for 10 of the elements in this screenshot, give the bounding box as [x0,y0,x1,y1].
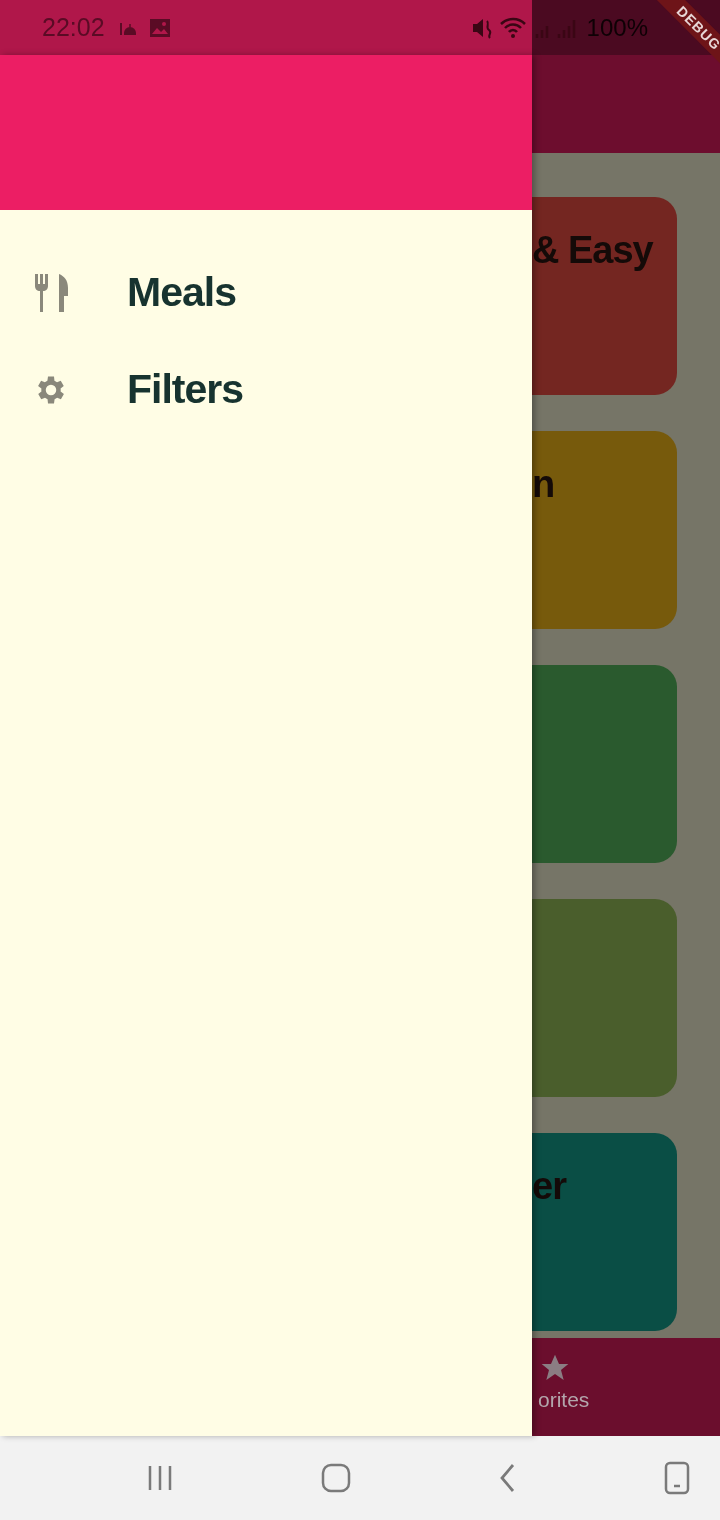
tab-label[interactable]: orites [538,1388,590,1412]
fork-knife-icon [33,273,69,312]
category-title: & Easy [532,229,653,272]
category-title: er [532,1165,566,1208]
clock: 22:02 [42,13,105,42]
image-icon [148,17,171,38]
battery-percent: 100% [586,13,648,42]
category-title: n [532,463,555,506]
home-icon[interactable] [320,1462,352,1494]
phone-icon[interactable] [664,1461,690,1495]
